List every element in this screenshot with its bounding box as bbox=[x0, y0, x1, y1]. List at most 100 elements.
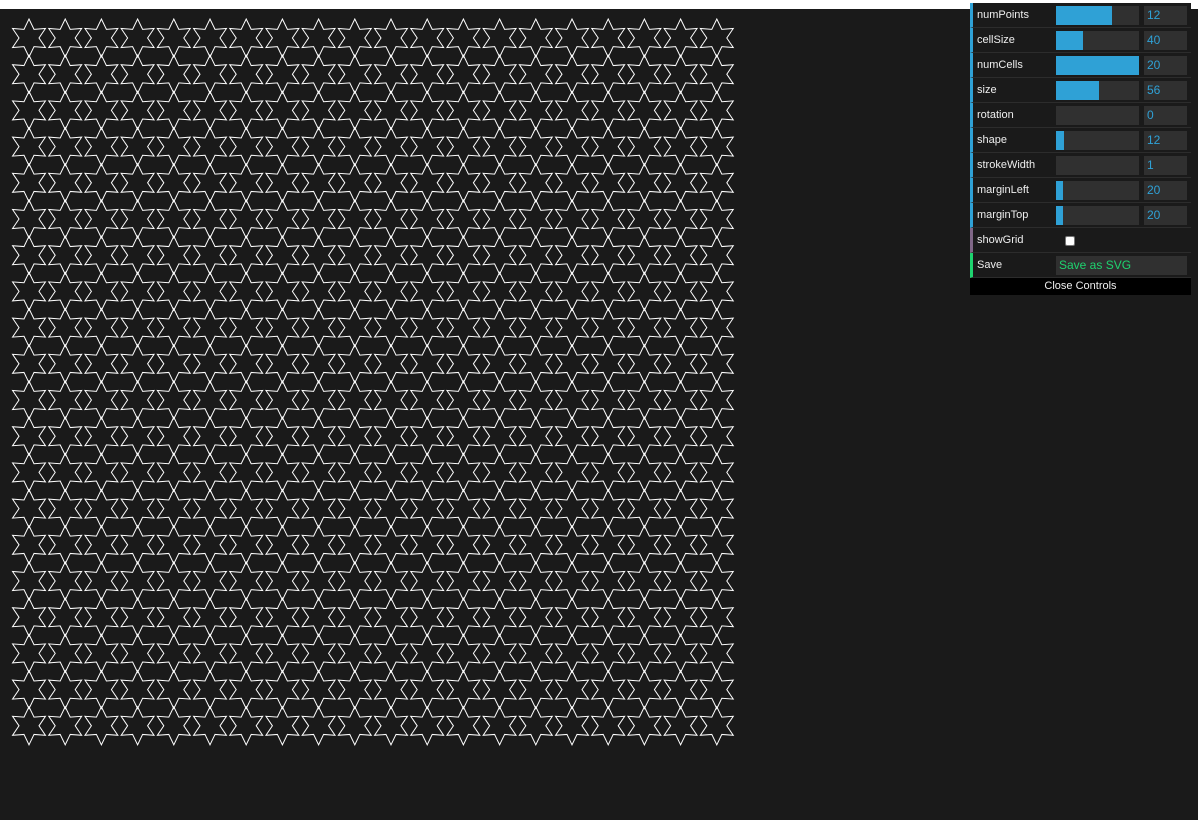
star-shape bbox=[445, 705, 481, 746]
star-shape bbox=[373, 198, 409, 240]
rotation-label: rotation bbox=[977, 109, 1014, 121]
star-shape bbox=[120, 452, 156, 493]
star-shape bbox=[83, 669, 119, 710]
star-shape bbox=[554, 379, 590, 421]
star-shape bbox=[120, 54, 156, 95]
star-shape bbox=[192, 488, 228, 529]
star-shape bbox=[83, 54, 119, 95]
star-shape bbox=[373, 452, 409, 493]
star-shape bbox=[373, 54, 409, 95]
star-shape bbox=[156, 235, 192, 276]
star-shape bbox=[445, 235, 481, 276]
numcells-input[interactable]: 20 bbox=[1144, 56, 1187, 75]
star-shape bbox=[590, 17, 626, 59]
star-shape bbox=[663, 126, 699, 167]
star-shape bbox=[120, 705, 156, 746]
star-shape bbox=[373, 17, 409, 59]
star-shape bbox=[445, 198, 481, 240]
cellsize-input[interactable]: 40 bbox=[1144, 31, 1187, 50]
star-shape bbox=[482, 560, 518, 602]
star-shape bbox=[192, 17, 228, 59]
strokewidth-input[interactable]: 1 bbox=[1144, 156, 1187, 175]
star-shape bbox=[663, 705, 699, 746]
numcells-slider[interactable] bbox=[1056, 56, 1139, 75]
star-shape bbox=[373, 488, 409, 529]
star-shape bbox=[554, 271, 590, 312]
showgrid-checkbox[interactable] bbox=[1065, 236, 1075, 246]
star-shape bbox=[626, 271, 662, 312]
star-shape bbox=[554, 597, 590, 638]
numpoints-slider[interactable] bbox=[1056, 6, 1139, 25]
star-shape bbox=[663, 271, 699, 312]
star-shape bbox=[699, 669, 735, 710]
marginleft-slider[interactable] bbox=[1056, 181, 1139, 200]
star-shape bbox=[301, 560, 337, 602]
star-shape bbox=[47, 379, 83, 421]
star-shape bbox=[228, 597, 264, 638]
star-shape bbox=[120, 271, 156, 312]
star-shape bbox=[482, 669, 518, 710]
star-shape bbox=[373, 90, 409, 131]
control-save: Save Save as SVG bbox=[970, 253, 1191, 278]
margintop-slider[interactable] bbox=[1056, 206, 1139, 225]
margintop-input[interactable]: 20 bbox=[1144, 206, 1187, 225]
rotation-input[interactable]: 0 bbox=[1144, 106, 1187, 125]
star-shape bbox=[626, 90, 662, 131]
star-shape bbox=[11, 235, 47, 276]
star-shape bbox=[83, 524, 119, 565]
control-numpoints: numPoints 12 bbox=[970, 3, 1191, 28]
control-margintop: marginTop 20 bbox=[970, 203, 1191, 228]
star-shape bbox=[518, 343, 554, 384]
cellsize-slider[interactable] bbox=[1056, 31, 1139, 50]
star-shape bbox=[228, 307, 264, 348]
star-shape bbox=[192, 524, 228, 565]
shape-slider[interactable] bbox=[1056, 131, 1139, 150]
star-shape bbox=[192, 54, 228, 95]
star-shape bbox=[445, 54, 481, 95]
star-shape bbox=[554, 162, 590, 203]
control-size: size 56 bbox=[970, 78, 1191, 103]
size-label: size bbox=[977, 84, 997, 96]
star-shape bbox=[518, 17, 554, 59]
star-shape bbox=[337, 126, 373, 167]
size-slider[interactable] bbox=[1056, 81, 1139, 100]
star-shape bbox=[337, 17, 373, 59]
margintop-label: marginTop bbox=[977, 209, 1029, 221]
star-shape bbox=[554, 90, 590, 131]
star-shape bbox=[409, 597, 445, 638]
strokewidth-slider[interactable] bbox=[1056, 156, 1139, 175]
star-shape bbox=[626, 17, 662, 59]
star-shape bbox=[301, 524, 337, 565]
numpoints-input[interactable]: 12 bbox=[1144, 6, 1187, 25]
star-shape bbox=[11, 416, 47, 457]
star-shape bbox=[337, 633, 373, 674]
rotation-slider[interactable] bbox=[1056, 106, 1139, 125]
star-shape bbox=[445, 162, 481, 203]
star-shape bbox=[156, 126, 192, 167]
star-shape bbox=[554, 705, 590, 746]
star-shape bbox=[11, 198, 47, 240]
close-controls-button[interactable]: Close Controls bbox=[970, 278, 1191, 295]
star-shape bbox=[699, 307, 735, 348]
marginleft-input[interactable]: 20 bbox=[1144, 181, 1187, 200]
star-shape bbox=[518, 669, 554, 710]
star-shape bbox=[518, 271, 554, 312]
shape-input[interactable]: 12 bbox=[1144, 131, 1187, 150]
star-shape bbox=[482, 54, 518, 95]
star-shape bbox=[518, 705, 554, 746]
star-shape bbox=[337, 307, 373, 348]
star-shape bbox=[301, 198, 337, 240]
star-shape bbox=[192, 705, 228, 746]
star-shape bbox=[337, 488, 373, 529]
star-shape bbox=[120, 17, 156, 59]
star-shape bbox=[626, 198, 662, 240]
star-shape bbox=[373, 560, 409, 602]
star-shape bbox=[482, 90, 518, 131]
star-shape bbox=[590, 90, 626, 131]
save-as-svg-button[interactable]: Save as SVG bbox=[1056, 256, 1187, 275]
star-shape bbox=[47, 90, 83, 131]
star-shape bbox=[699, 90, 735, 131]
star-shape bbox=[264, 235, 300, 276]
size-input[interactable]: 56 bbox=[1144, 81, 1187, 100]
star-shape bbox=[699, 162, 735, 203]
